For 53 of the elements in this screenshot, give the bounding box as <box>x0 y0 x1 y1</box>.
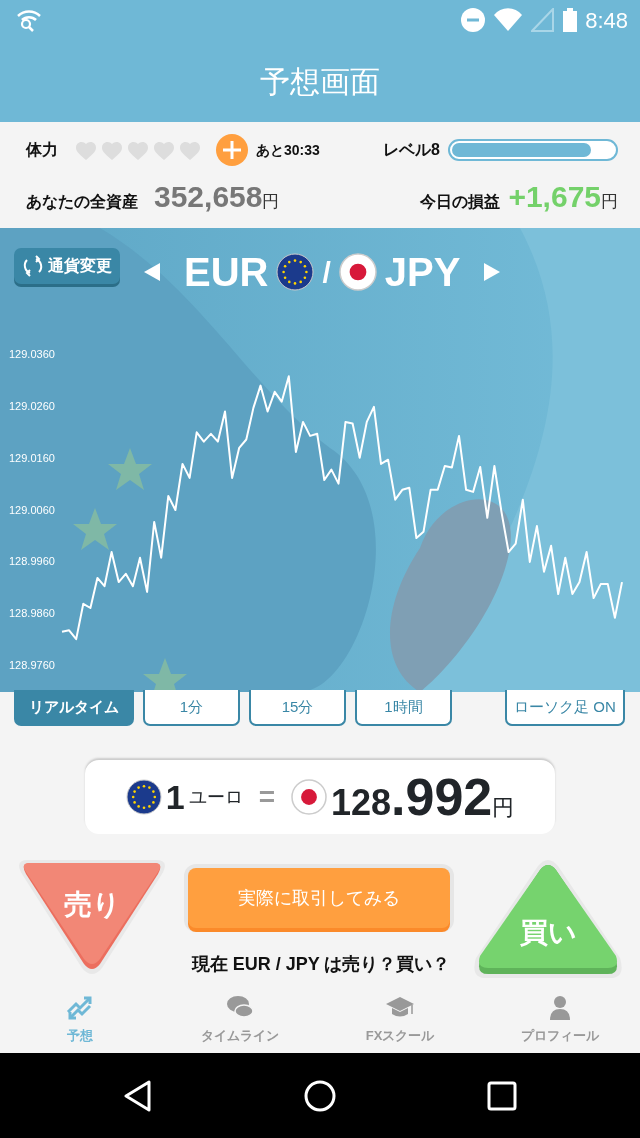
trend-chart-icon <box>66 994 94 1022</box>
recovery-timer: あと30:33 <box>256 140 320 160</box>
timeframe-tab[interactable]: 1分 <box>143 690 240 726</box>
profit-label: 今日の損益 <box>420 192 501 212</box>
recent-apps-icon[interactable] <box>486 1081 517 1111</box>
candlestick-toggle[interactable]: ローソク足 ON <box>505 690 625 726</box>
refresh-icon <box>22 255 44 277</box>
axis-tick-label: 128.9860 <box>9 607 55 620</box>
timeframe-tab[interactable]: リアルタイム <box>14 690 134 726</box>
axis-tick-label: 128.9960 <box>9 555 55 568</box>
base-currency: EUR <box>184 249 269 296</box>
euro-unit: ユーロ <box>188 785 243 809</box>
eu-flag-icon <box>276 253 315 291</box>
currency-change-button[interactable]: 通貨変更 <box>14 248 120 284</box>
axis-tick-label: 129.0260 <box>9 399 55 412</box>
euro-amount: 1 <box>165 776 185 818</box>
previous-arrow-icon[interactable] <box>144 263 160 281</box>
price-integer: 128 <box>331 781 392 825</box>
level-label: レベル8 <box>383 140 440 160</box>
profit-value: +1,675 <box>508 179 601 215</box>
pair-separator: / <box>322 254 331 291</box>
timeframe-tab[interactable]: 15分 <box>249 690 346 726</box>
axis-tick-label: 129.0160 <box>9 451 55 464</box>
axis-tick-label: 129.0060 <box>9 503 55 516</box>
japan-flag-icon <box>338 253 377 291</box>
question-text: 現在 EUR / JPY は売り？買い？ <box>190 953 452 976</box>
cell-signal-icon <box>531 8 556 32</box>
axis-tick-label: 129.0360 <box>9 348 55 360</box>
currency-unit: 円 <box>262 192 280 211</box>
assets-label: あなたの全資産 <box>26 192 138 213</box>
nav-tab[interactable]: FXスクール <box>320 986 480 1053</box>
nav-tab[interactable]: プロフィール <box>480 986 640 1053</box>
assets-value: 352,658 <box>154 179 263 215</box>
stamina-label: 体力 <box>26 140 58 160</box>
home-icon[interactable] <box>304 1080 336 1112</box>
battery-icon <box>563 8 578 32</box>
do-not-disturb-icon <box>461 8 486 32</box>
price-fraction: .992 <box>391 767 493 828</box>
axis-tick-label: 128.9760 <box>9 659 55 671</box>
clock-time: 8:48 <box>585 6 628 35</box>
equals-sign: = <box>258 780 275 814</box>
eu-flag-icon <box>125 779 162 815</box>
screen-title: 予想画面 <box>260 63 380 100</box>
yen-unit: 円 <box>492 794 515 822</box>
quote-currency: JPY <box>384 249 461 296</box>
japan-flag-icon <box>291 779 327 815</box>
timeframe-tab[interactable]: 1時間 <box>355 690 452 726</box>
currency-unit: 円 <box>601 191 618 213</box>
wifi-icon <box>493 8 524 32</box>
wifi-search-icon <box>16 8 42 32</box>
nav-tab[interactable]: タイムライン <box>160 986 320 1053</box>
back-icon[interactable] <box>123 1080 154 1112</box>
nav-tab[interactable]: 予想 <box>0 986 160 1053</box>
